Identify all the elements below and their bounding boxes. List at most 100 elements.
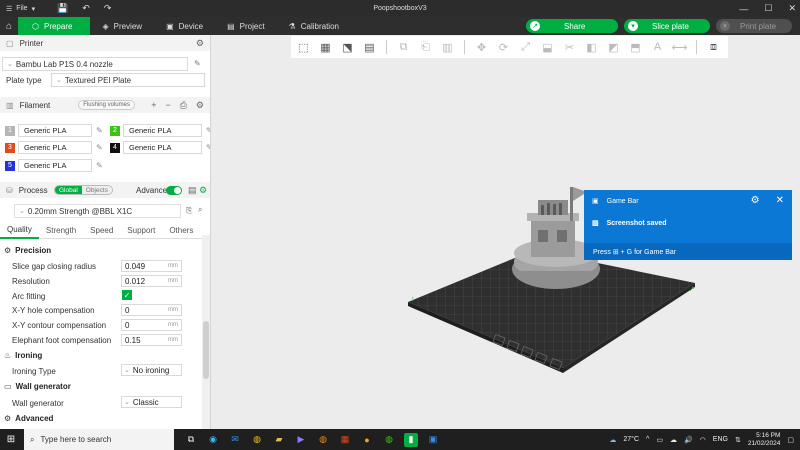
ironing-type-select[interactable]: ⌄ No ironing <box>121 364 182 376</box>
project-icon: ▤ <box>227 21 235 31</box>
wall-generator-select[interactable]: ⌄ Classic <box>121 396 182 408</box>
plate-type-value: Textured PEI Plate <box>64 75 132 85</box>
maximize-icon[interactable]: ☐ <box>764 3 772 14</box>
param-label: Slice gap closing radius <box>12 262 97 271</box>
global-option[interactable]: Global <box>55 186 82 194</box>
filament-slot[interactable]: 5 Generic PLA ✎ <box>5 159 103 172</box>
explorer-icon[interactable]: ▰ <box>272 433 286 447</box>
cloud-icon[interactable]: ☁ <box>670 436 677 444</box>
network-icon[interactable]: ⇅ <box>735 436 741 444</box>
global-objects-toggle[interactable]: Global Objects <box>54 185 113 195</box>
bambu-studio-icon[interactable]: ▮ <box>404 432 418 447</box>
filament-settings-icon[interactable]: ⚙ <box>196 100 204 111</box>
volume-icon[interactable]: 🔊 <box>684 436 693 444</box>
printer-name: Bambu Lab P1S 0.4 nozzle <box>15 59 113 69</box>
tab-calibration[interactable]: ⚗ Calibration <box>277 17 351 35</box>
edit-icon[interactable]: ✎ <box>96 126 103 135</box>
group-title: Ironing <box>15 351 43 360</box>
param-label: Arc fitting <box>12 292 46 301</box>
tab-device[interactable]: ▣ Device <box>154 17 215 35</box>
search-icon[interactable]: ⌕ <box>198 205 202 215</box>
game-icon[interactable]: ▦ <box>338 433 352 447</box>
home-button[interactable]: ⌂ <box>0 17 18 35</box>
clock[interactable]: 5:16 PM 21/02/2024 <box>748 432 781 448</box>
file-menu[interactable]: ☰ File ▾ <box>0 5 35 13</box>
param-value: No ironing <box>132 365 170 375</box>
close-icon[interactable]: ✕ <box>776 195 784 206</box>
chrome-profile-icon[interactable]: ◍ <box>316 433 330 447</box>
redo-icon[interactable]: ↷ <box>104 3 112 14</box>
minimize-icon[interactable]: — <box>739 4 748 14</box>
xy-contour-compensation-input[interactable]: 0 mm <box>121 319 182 331</box>
tab-speed[interactable]: Speed <box>83 226 120 235</box>
tab-quality[interactable]: Quality <box>0 223 39 239</box>
arc-fitting-checkbox[interactable]: ✓ <box>122 290 132 300</box>
mail-icon[interactable]: ✉ <box>228 433 242 447</box>
sync-icon[interactable]: ⎙ <box>180 100 187 111</box>
wifi-icon[interactable]: ◠ <box>700 436 706 444</box>
print-plate-button[interactable]: ▾ Print plate <box>716 19 792 33</box>
filament-name: Generic PLA <box>123 124 202 137</box>
save-preset-icon[interactable]: ⎘ <box>186 206 192 216</box>
edit-printer-icon[interactable]: ✎ <box>194 59 201 68</box>
plate-type-select[interactable]: ⌄ Textured PEI Plate <box>51 73 205 87</box>
search-icon: ⌕ <box>30 434 35 444</box>
game-bar-hint[interactable]: Press ⊞ + G for Game Bar <box>584 243 792 260</box>
compare-icon[interactable]: ▤ <box>188 185 197 196</box>
resolution-input[interactable]: 0.012 mm <box>121 275 182 287</box>
title-bar: ☰ File ▾ 💾 ↶ ↷ PoopshootboxV3 — ☐ ✕ <box>0 0 800 17</box>
weather-temp[interactable]: 27°C <box>623 436 639 443</box>
notifications-icon[interactable]: ▢ <box>787 436 794 444</box>
edit-icon[interactable]: ✎ <box>96 143 103 152</box>
screenshot-icon: ▨ <box>592 220 599 227</box>
edit-icon[interactable]: ✎ <box>96 161 103 170</box>
printer-settings-icon[interactable]: ⚙ <box>196 38 204 49</box>
param-value: Classic <box>132 397 159 407</box>
tab-preview[interactable]: ◈ Preview <box>90 17 154 35</box>
close-icon[interactable]: ✕ <box>788 3 796 14</box>
undo-icon[interactable]: ↶ <box>82 3 90 14</box>
filament-slot[interactable]: 4 Generic PLA ✎ <box>110 141 210 154</box>
tab-support[interactable]: Support <box>120 226 162 235</box>
process-profile-select[interactable]: ⌄ 0.20mm Strength @BBL X1C <box>14 204 181 218</box>
app-icon[interactable]: ● <box>360 433 374 447</box>
chrome-alt-icon[interactable]: ◍ <box>382 433 396 447</box>
objects-option[interactable]: Objects <box>81 186 112 194</box>
app-blue-icon[interactable]: ▣ <box>426 433 440 447</box>
advance-switch[interactable] <box>166 186 182 195</box>
task-view-icon[interactable]: ⧉ <box>184 433 198 447</box>
chevron-down-icon: ⌄ <box>7 61 13 68</box>
tab-others[interactable]: Others <box>162 226 200 235</box>
remove-icon[interactable]: − <box>165 100 170 111</box>
process-options-icon[interactable]: ⚙ <box>199 185 207 196</box>
filament-slot[interactable]: 3 Generic PLA ✎ <box>5 141 103 154</box>
elephant-foot-compensation-input[interactable]: 0.15 mm <box>121 334 182 346</box>
settings-icon[interactable]: ⚙ <box>751 195 760 206</box>
weather-icon[interactable]: ☁ <box>609 436 616 444</box>
param-unit: mm <box>168 307 178 313</box>
start-icon[interactable]: ⊞ <box>0 434 22 445</box>
slice-gap-closing-radius-input[interactable]: 0.049 mm <box>121 260 182 272</box>
media-icon[interactable]: ▶ <box>294 433 308 447</box>
xy-hole-compensation-input[interactable]: 0 mm <box>121 304 182 316</box>
slice-plate-button[interactable]: ▾ Slice plate <box>624 19 710 33</box>
save-icon[interactable]: 💾 <box>57 3 68 14</box>
filament-number: 4 <box>110 142 120 153</box>
add-icon[interactable]: + <box>151 100 156 111</box>
printer-select[interactable]: ⌄ Bambu Lab P1S 0.4 nozzle <box>2 57 188 71</box>
flushing-volumes-button[interactable]: Flushing volumes <box>78 100 135 110</box>
chrome-icon[interactable]: ◍ <box>250 433 264 447</box>
tray-up-icon[interactable]: ^ <box>646 436 649 443</box>
filament-slot[interactable]: 1 Generic PLA ✎ <box>5 124 103 137</box>
language-indicator[interactable]: ENG <box>713 436 728 443</box>
tab-project[interactable]: ▤ Project <box>215 17 276 35</box>
display-icon[interactable]: ▭ <box>656 436 663 444</box>
filament-slot[interactable]: 2 Generic PLA ✎ <box>110 124 210 137</box>
taskbar-search[interactable]: ⌕ Type here to search <box>24 429 174 450</box>
tab-strength[interactable]: Strength <box>39 226 83 235</box>
settings-scrollbar[interactable] <box>202 235 210 429</box>
edge-icon[interactable]: ◉ <box>206 433 220 447</box>
share-button[interactable]: ↗ Share <box>526 19 618 33</box>
scrollbar-thumb[interactable] <box>203 321 209 379</box>
tab-prepare[interactable]: ⬡ Prepare <box>18 17 91 35</box>
